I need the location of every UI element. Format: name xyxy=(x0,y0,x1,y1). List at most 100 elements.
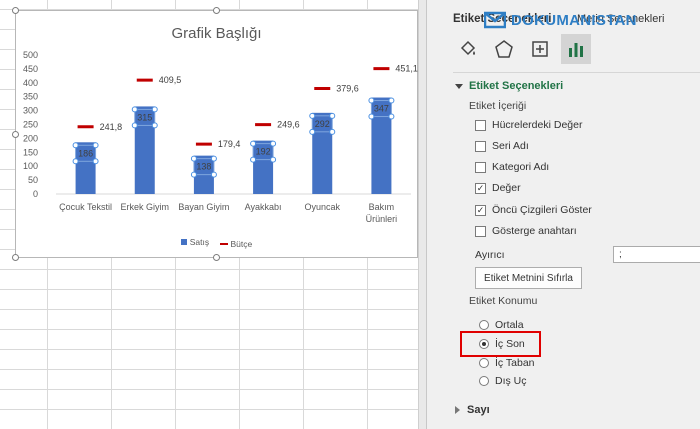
option-label: Seri Adı xyxy=(492,140,529,152)
data-label-handle[interactable] xyxy=(151,106,158,113)
data-label-handle[interactable] xyxy=(92,142,99,149)
data-label-handle[interactable] xyxy=(92,158,99,165)
radio-outside-end[interactable] xyxy=(479,376,489,386)
option-label: Kategori Adı xyxy=(492,161,550,173)
radio-center[interactable] xyxy=(479,320,489,330)
position-inside-base[interactable]: İç Taban xyxy=(479,357,535,369)
checkbox-series-name[interactable] xyxy=(475,140,486,152)
data-label-handle[interactable] xyxy=(131,122,138,129)
x-tick-label: Erkek Giyim xyxy=(120,202,169,212)
data-label-handle[interactable] xyxy=(210,171,217,178)
data-label-butce[interactable]: 409,5 xyxy=(159,75,182,85)
option-leader-lines[interactable]: ✓ Öncü Çizgileri Göster xyxy=(475,204,592,216)
chart-options-icon[interactable] xyxy=(561,34,591,64)
y-tick-label: 350 xyxy=(23,92,38,102)
option-label: Gösterge anahtarı xyxy=(492,225,577,237)
data-label-handle[interactable] xyxy=(309,112,316,119)
label-contains-heading: Etiket İçeriği xyxy=(469,100,527,112)
label-position-heading: Etiket Konumu xyxy=(469,295,538,307)
data-label-butce[interactable]: 379,6 xyxy=(336,83,359,93)
chart-resize-handle-tl[interactable] xyxy=(12,7,19,14)
y-tick-label: 400 xyxy=(23,78,38,88)
data-label-satis[interactable]: 292 xyxy=(315,119,330,129)
data-label-handle[interactable] xyxy=(368,113,375,120)
data-label-butce[interactable]: 241,8 xyxy=(100,122,123,132)
legend-entry-butce[interactable]: Bütçe xyxy=(219,239,253,249)
chart-resize-handle-tm[interactable] xyxy=(213,7,220,14)
data-label-satis[interactable]: 138 xyxy=(196,162,211,172)
data-label-handle[interactable] xyxy=(190,155,197,162)
y-tick-label: 0 xyxy=(33,189,38,199)
data-label-handle[interactable] xyxy=(388,113,395,120)
data-label-satis[interactable]: 347 xyxy=(374,104,389,114)
reset-label-text-button[interactable]: Etiket Metnini Sıfırla xyxy=(475,267,582,289)
position-outside-end[interactable]: Dış Uç xyxy=(479,375,527,387)
data-label-butce[interactable]: 451,1 xyxy=(395,64,418,74)
fill-icon[interactable] xyxy=(453,34,483,64)
data-label-handle[interactable] xyxy=(270,156,277,163)
x-tick-label: Ayakkabı xyxy=(245,202,282,212)
pane-splitter[interactable] xyxy=(418,0,426,429)
separator-label: Ayırıcı xyxy=(475,249,505,261)
data-label-satis[interactable]: 192 xyxy=(256,147,271,157)
size-icon[interactable] xyxy=(525,34,555,64)
chart-resize-handle-bl[interactable] xyxy=(12,254,19,261)
effects-icon[interactable] xyxy=(489,34,519,64)
section-title: Etiket Seçenekleri xyxy=(469,80,564,92)
chart-plot[interactable]: 0 50 100 150 200 250 300 350 400 450 500 186 241,8 Ço… xyxy=(16,11,419,259)
separator-select[interactable]: ; xyxy=(613,246,700,263)
checkbox-value[interactable]: ✓ xyxy=(475,182,486,194)
section-label-options[interactable]: Etiket Seçenekleri xyxy=(455,80,563,92)
separator-value: ; xyxy=(619,249,622,260)
y-tick-label: 200 xyxy=(23,133,38,143)
selection-highlight-box xyxy=(460,331,541,357)
chart-legend[interactable]: Satış Bütçe xyxy=(16,237,417,249)
y-tick-label: 300 xyxy=(23,106,38,116)
data-label-handle[interactable] xyxy=(309,128,316,135)
data-label-handle[interactable] xyxy=(329,128,336,135)
y-tick-label: 150 xyxy=(23,147,38,157)
section-number[interactable]: Sayı xyxy=(455,404,490,416)
data-label-handle[interactable] xyxy=(190,171,197,178)
data-label-handle[interactable] xyxy=(388,97,395,104)
x-tick-label: Oyuncak xyxy=(304,202,340,212)
data-label-butce[interactable]: 249,6 xyxy=(277,120,300,130)
watermark-logo: DOKUMANISTAN xyxy=(484,10,637,30)
data-label-handle[interactable] xyxy=(250,156,257,163)
checkbox-leader-lines[interactable]: ✓ xyxy=(475,204,486,216)
chart-resize-handle-bm[interactable] xyxy=(213,254,220,261)
option-category-name[interactable]: Kategori Adı xyxy=(475,161,549,173)
y-tick-label: 500 xyxy=(23,50,38,60)
option-cell-value[interactable]: Hücrelerdeki Değer xyxy=(475,119,582,131)
data-label-handle[interactable] xyxy=(368,97,375,104)
option-series-name[interactable]: Seri Adı xyxy=(475,140,529,152)
data-label-handle[interactable] xyxy=(72,158,79,165)
checkbox-legend-key[interactable] xyxy=(475,225,486,237)
option-legend-key[interactable]: Gösterge anahtarı xyxy=(475,225,577,237)
option-value[interactable]: ✓ Değer xyxy=(475,182,521,194)
legend-entry-satis[interactable]: Satış xyxy=(180,237,210,247)
data-label-handle[interactable] xyxy=(210,155,217,162)
data-label-handle[interactable] xyxy=(72,142,79,149)
x-tick-label: Bakım xyxy=(369,202,395,212)
position-center[interactable]: Ortala xyxy=(479,319,524,331)
checkbox-cell-value[interactable] xyxy=(475,119,486,131)
data-label-handle[interactable] xyxy=(329,112,336,119)
data-label-handle[interactable] xyxy=(151,122,158,129)
data-label-handle[interactable] xyxy=(131,106,138,113)
data-label-satis[interactable]: 186 xyxy=(78,148,93,158)
legend-label-satis: Satış xyxy=(189,237,210,247)
data-label-handle[interactable] xyxy=(270,140,277,147)
data-label-handle[interactable] xyxy=(250,140,257,147)
legend-label-butce: Bütçe xyxy=(230,239,253,249)
x-tick-label: Çocuk Tekstil xyxy=(59,202,112,212)
radio-inside-base[interactable] xyxy=(479,358,489,368)
chart-object[interactable]: Grafik Başlığı 0 50 100 150 200 250 300 350 400 4… xyxy=(12,7,419,261)
x-tick-label: Bayan Giyim xyxy=(178,202,229,212)
chart-resize-handle-ml[interactable] xyxy=(12,131,19,138)
data-label-butce[interactable]: 179,4 xyxy=(218,139,241,149)
x-tick-label: Ürünleri xyxy=(366,214,398,224)
data-label-satis[interactable]: 315 xyxy=(137,112,152,122)
checkbox-category-name[interactable] xyxy=(475,161,486,173)
option-label: Öncü Çizgileri Göster xyxy=(492,204,592,216)
